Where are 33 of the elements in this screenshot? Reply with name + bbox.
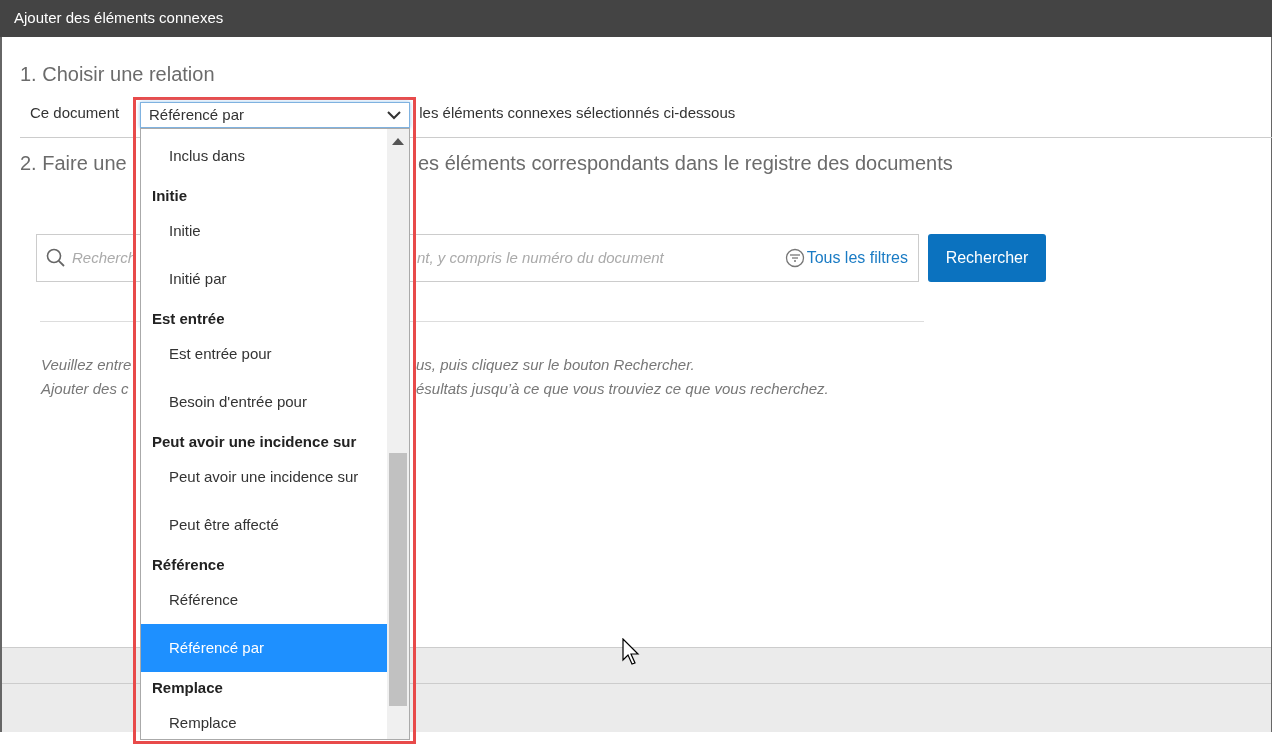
relation-prefix: Ce document xyxy=(30,102,120,123)
dropdown-option[interactable]: Besoin d'entrée pour xyxy=(141,378,388,426)
hint-text: ésultats jusqu’à ce que vous trouviez ce que vous recherchez. xyxy=(416,379,829,399)
search-placeholder: nt, y compris le numéro du document xyxy=(417,247,664,268)
search-button[interactable]: Rechercher xyxy=(928,234,1046,282)
scrollbar-thumb[interactable] xyxy=(389,453,408,706)
dropdown-option[interactable]: Peut avoir une incidence sur xyxy=(141,453,388,501)
all-filters-link[interactable]: Tous les filtres xyxy=(806,246,908,270)
section-heading: es éléments correspondants dans le registre des documents xyxy=(418,151,953,176)
option-group-label: Remplace xyxy=(151,678,224,698)
dropdown-option[interactable]: Inclus dans xyxy=(141,132,388,180)
chevron-icon xyxy=(387,110,401,120)
dropdown-option[interactable]: Référence xyxy=(141,576,388,624)
section-heading: 2. Faire une xyxy=(20,152,127,174)
relation-suffix: les éléments connexes sélectionnés ci-dessous xyxy=(419,102,736,123)
search-icon xyxy=(46,248,66,268)
option-group-label: Peut avoir une incidence sur xyxy=(151,432,358,452)
dropdown-option[interactable]: Peut être affecté xyxy=(141,501,388,549)
option-group-label: Initie xyxy=(151,186,188,206)
hint-text: us, puis cliquez sur le bouton Rechercher. xyxy=(416,355,695,375)
dropdown-option[interactable]: Remplace xyxy=(141,699,388,739)
relation-select[interactable]: Référencé par xyxy=(140,102,410,128)
scrollbar[interactable] xyxy=(387,129,409,739)
scroll-up-icon[interactable] xyxy=(392,138,405,145)
section-heading: 1. Choisir une relation xyxy=(20,62,216,87)
option-group-label: Référence xyxy=(151,555,226,575)
window-title: Ajouter des éléments connexes xyxy=(14,8,224,29)
hint-text: Veuillez entre xyxy=(41,356,132,373)
hint-text: Ajouter des c xyxy=(41,380,129,397)
dropdown-option[interactable]: Est entrée pour xyxy=(141,330,388,378)
option-group-label: Est entrée xyxy=(151,309,226,329)
filter-icon[interactable] xyxy=(784,248,805,268)
mouse-pointer-icon xyxy=(622,638,642,668)
